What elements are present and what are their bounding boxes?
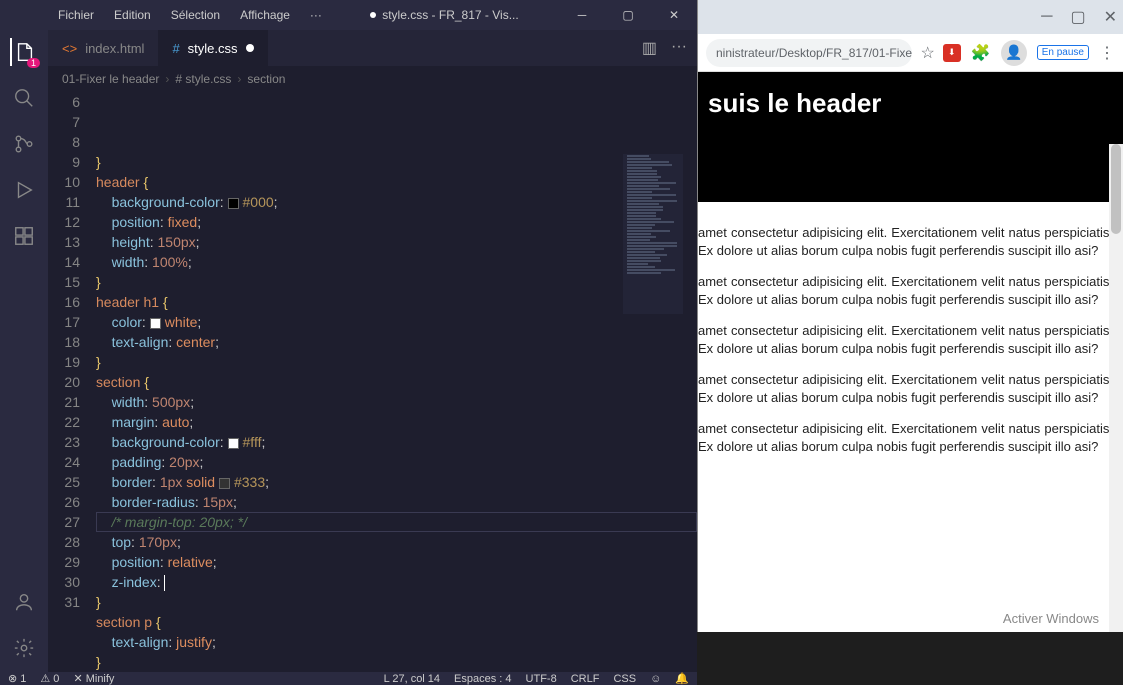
list-item: amet consectetur adipisicing elit. Exerc… <box>698 420 1113 455</box>
split-editor-icon[interactable]: ▥ <box>642 38 657 58</box>
status-feedback[interactable]: ☺ <box>650 673 661 685</box>
avatar-icon[interactable]: 👤 <box>1001 40 1027 66</box>
menu-item[interactable]: Edition <box>106 4 159 26</box>
window-title: style.css - FR_817 - Vis... <box>330 8 559 22</box>
status-minify[interactable]: ✕ Minify <box>73 672 114 685</box>
page-header: suis le header <box>698 72 1123 202</box>
more-actions-icon[interactable]: ··· <box>671 38 687 58</box>
minimap[interactable] <box>623 154 683 314</box>
source-control-icon[interactable] <box>10 130 38 158</box>
settings-icon[interactable] <box>10 634 38 662</box>
browser-minimize-button[interactable]: ─ <box>1041 8 1052 26</box>
list-item: amet consectetur adipisicing elit. Exerc… <box>698 224 1113 259</box>
activity-bar: 1 <box>0 30 48 672</box>
editor-tab[interactable]: <> index.html <box>48 30 158 66</box>
url-bar[interactable]: ninistrateur/Desktop/FR_817/01-Fixer... <box>706 39 912 67</box>
status-warnings[interactable]: ⚠ 0 <box>40 672 59 685</box>
menu-bar: FichierEditionSélectionAffichage··· <box>0 4 330 26</box>
url-text: ninistrateur/Desktop/FR_817/01-Fixer... <box>716 46 912 60</box>
page-header-text: suis le header <box>708 88 881 119</box>
puzzle-icon[interactable]: 🧩 <box>971 43 991 63</box>
menu-item[interactable]: Fichier <box>50 4 102 26</box>
pause-badge[interactable]: En pause <box>1037 45 1089 60</box>
code-lines[interactable]: }header { background-color: #000; positi… <box>96 92 697 672</box>
extensions-icon[interactable] <box>10 222 38 250</box>
account-icon[interactable] <box>10 588 38 616</box>
windows-watermark: Activer Windows <box>1003 611 1099 626</box>
status-spaces[interactable]: Espaces : 4 <box>454 673 511 685</box>
minimize-button[interactable]: ─ <box>559 0 605 30</box>
line-gutter: 6789101112131415161718192021222324252627… <box>48 92 96 672</box>
close-button[interactable]: ✕ <box>651 0 697 30</box>
menu-item[interactable]: Sélection <box>163 4 228 26</box>
editor-tab[interactable]: # style.css <box>158 30 267 66</box>
main-area: 1 < <box>0 30 697 672</box>
status-encoding[interactable]: UTF-8 <box>526 673 557 685</box>
breadcrumb-item[interactable]: 01-Fixer le header <box>62 72 159 86</box>
window-controls: ─ ▢ ✕ <box>559 0 697 30</box>
title-text: style.css - FR_817 - Vis... <box>382 8 518 22</box>
browser-maximize-button[interactable]: ▢ <box>1070 7 1085 27</box>
chrome-titlebar: ─ ▢ ✕ <box>698 0 1123 34</box>
page-viewport: suis le header amet consectetur adipisic… <box>698 72 1123 632</box>
tab-actions: ▥ ··· <box>642 38 697 58</box>
list-item: amet consectetur adipisicing elit. Exerc… <box>698 273 1113 308</box>
code-editor[interactable]: 6789101112131415161718192021222324252627… <box>48 92 697 672</box>
extension-icon[interactable]: ⬇ <box>943 44 961 62</box>
status-eol[interactable]: CRLF <box>571 673 600 685</box>
chrome-toolbar: ninistrateur/Desktop/FR_817/01-Fixer... … <box>698 34 1123 72</box>
titlebar: FichierEditionSélectionAffichage··· styl… <box>0 0 697 30</box>
explorer-badge: 1 <box>27 58 40 68</box>
chrome-menu-icon[interactable]: ⋮ <box>1099 43 1115 63</box>
menu-item[interactable]: Affichage <box>232 4 298 26</box>
dirty-dot-icon <box>370 12 376 18</box>
list-item: amet consectetur adipisicing elit. Exerc… <box>698 371 1113 406</box>
maximize-button[interactable]: ▢ <box>605 0 651 30</box>
breadcrumb-item[interactable]: # style.css <box>175 72 231 86</box>
status-bell-icon[interactable]: 🔔 <box>675 672 689 685</box>
run-debug-icon[interactable] <box>10 176 38 204</box>
scrollbar-thumb[interactable] <box>1111 144 1121 234</box>
browser-window: ─ ▢ ✕ ninistrateur/Desktop/FR_817/01-Fix… <box>697 0 1123 632</box>
vscode-window: FichierEditionSélectionAffichage··· styl… <box>0 0 697 632</box>
search-icon[interactable] <box>10 84 38 112</box>
editor-tabs: <> index.html# style.css ▥ ··· <box>48 30 697 66</box>
status-position[interactable]: L 27, col 14 <box>384 673 440 685</box>
browser-close-button[interactable]: ✕ <box>1104 7 1117 27</box>
list-item: amet consectetur adipisicing elit. Exerc… <box>698 322 1113 357</box>
statusbar: ⊗ 1 ⚠ 0 ✕ Minify L 27, col 14 Espaces : … <box>0 672 697 685</box>
menu-item[interactable]: ··· <box>302 4 330 26</box>
editor-area: <> index.html# style.css ▥ ··· 01-Fixer … <box>48 30 697 672</box>
status-errors[interactable]: ⊗ 1 <box>8 672 26 685</box>
breadcrumb[interactable]: 01-Fixer le header›# style.css›section <box>48 66 697 92</box>
breadcrumb-item[interactable]: section <box>247 72 285 86</box>
status-lang[interactable]: CSS <box>613 673 636 685</box>
star-icon[interactable]: ☆ <box>920 43 934 63</box>
explorer-icon[interactable]: 1 <box>10 38 38 66</box>
page-section: amet consectetur adipisicing elit. Exerc… <box>698 224 1123 455</box>
